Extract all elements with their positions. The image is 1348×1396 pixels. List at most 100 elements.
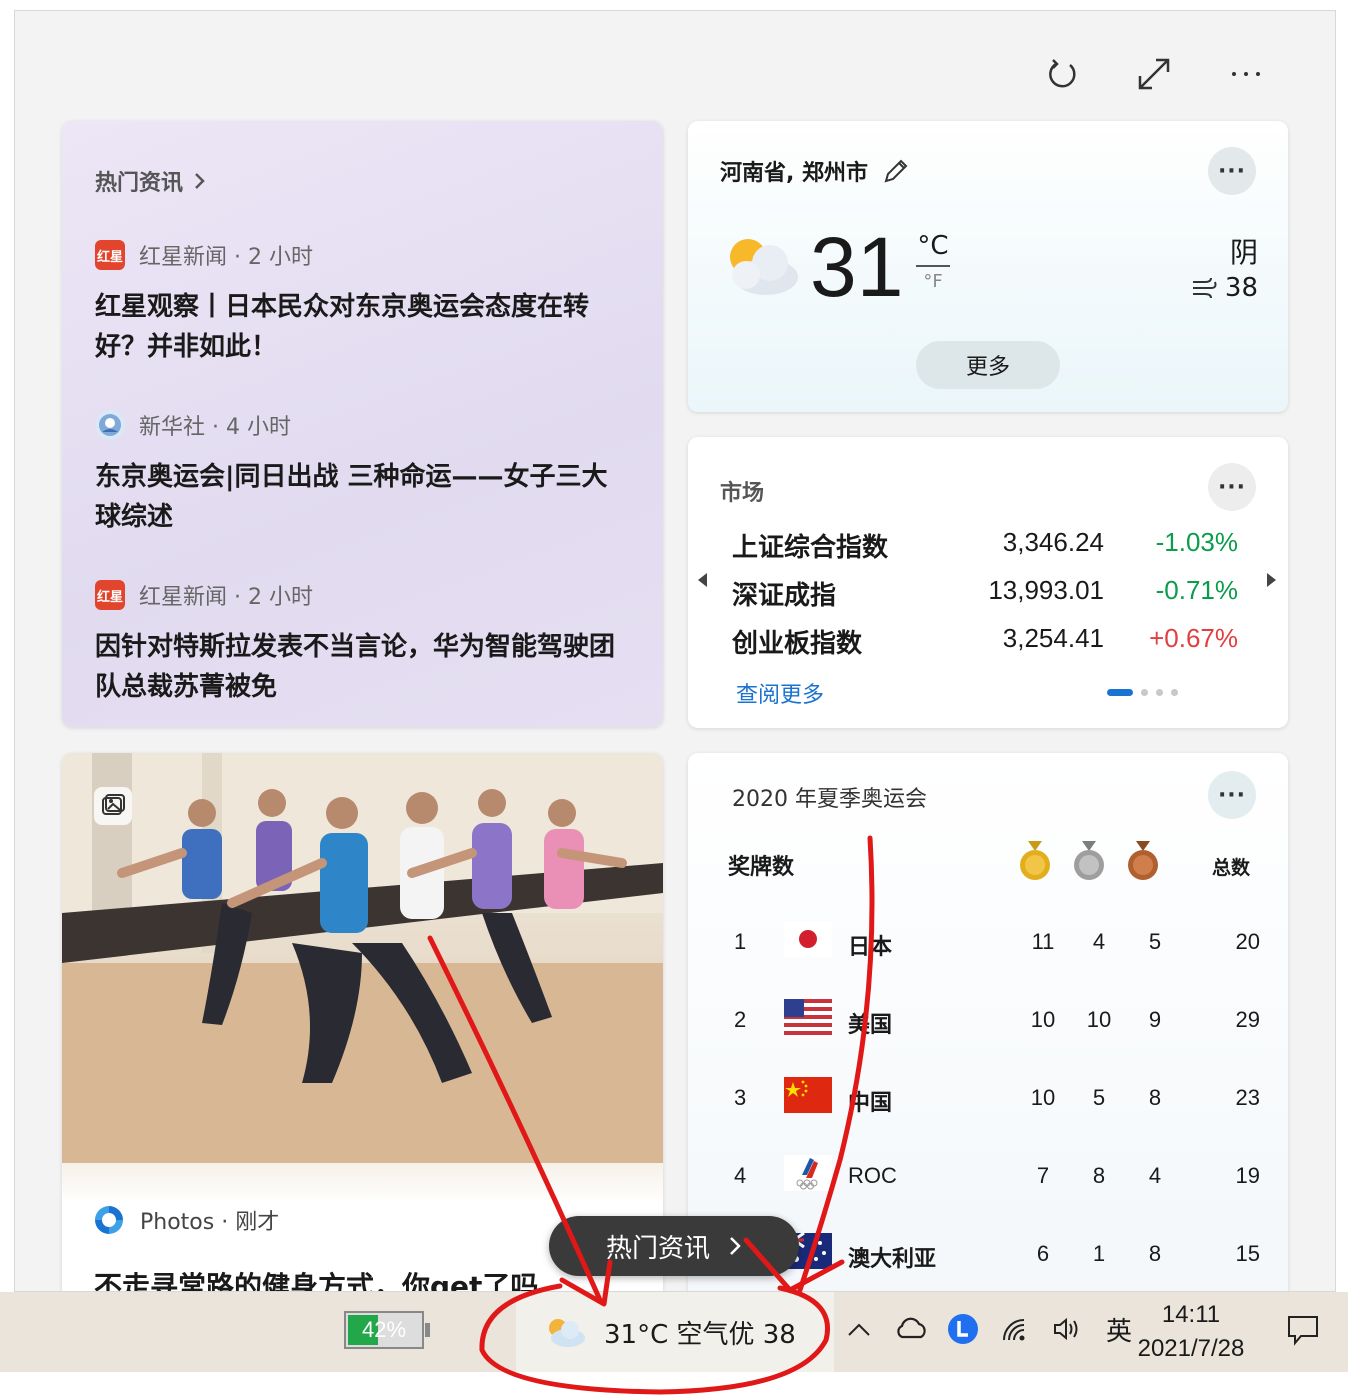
silver-count: 5 [1092, 1085, 1106, 1110]
roc-flag-icon [784, 1155, 832, 1191]
country-name: 澳大利亚 [848, 1246, 937, 1271]
rank: 1 [734, 929, 747, 954]
wifi-icon [1003, 1319, 1025, 1341]
total-count: 20 [1235, 929, 1260, 954]
ellipsis-icon [1232, 72, 1260, 76]
total-count: 19 [1235, 1163, 1260, 1188]
location-label: 河南省, 郑州市 [720, 161, 869, 186]
expand-icon [1138, 58, 1170, 90]
app-l-button[interactable] [946, 1312, 980, 1346]
index-name: 上证综合指数 [732, 533, 889, 563]
rank: 4 [734, 1163, 747, 1188]
more-options-button[interactable] [1227, 55, 1265, 93]
country-name: ROC [848, 1163, 897, 1188]
weather-more-button[interactable]: ··· [1208, 147, 1256, 195]
olympics-card[interactable]: 2020 年夏季奥运会 ··· 奖牌数 总数 1 日本 11 4 5 20 2 … [688, 753, 1288, 1291]
silver-count: 4 [1092, 929, 1106, 954]
olympics-title: 2020 年夏季奥运会 [732, 787, 927, 812]
rank: 3 [734, 1085, 747, 1110]
index-value: 13,993.01 [988, 575, 1104, 605]
clock-date: 2021/7/28 [1137, 1335, 1245, 1362]
clock-time: 14:11 [1161, 1301, 1221, 1328]
top-stories-card: 热门资讯 红星 红星新闻 · 2 小时 红星观察丨日本民众对东京奥运会态度在转好… [62, 121, 663, 727]
pager-dot[interactable] [1107, 689, 1133, 696]
bronze-medal-icon [1128, 841, 1158, 880]
weather-location: 河南省, 郑州市 [720, 155, 910, 187]
expand-button[interactable] [1135, 55, 1173, 93]
taskbar-weather-button[interactable]: 31°C 空气优 38 [516, 1292, 834, 1372]
market-row[interactable]: 深证成指 13,993.01 -0.71% [732, 575, 1238, 612]
market-next-arrow-icon[interactable] [1267, 573, 1276, 587]
onedrive-button[interactable] [894, 1312, 928, 1346]
gold-count: 6 [1036, 1241, 1050, 1266]
total-count: 15 [1235, 1241, 1260, 1266]
photos-app-icon [95, 1206, 123, 1234]
top-stories-title: 热门资讯 [95, 171, 184, 196]
xinhua-logo-icon [95, 410, 125, 440]
fitness-photo[interactable] [62, 753, 663, 1203]
panel-toolbar [1043, 55, 1265, 93]
refresh-button[interactable] [1043, 55, 1081, 93]
medal-row[interactable]: 2 美国 10 10 9 29 [688, 999, 1288, 1039]
photo-title[interactable]: 不走寻常路的健身方式，你get了吗 [94, 1265, 538, 1291]
china-flag-icon [784, 1077, 832, 1113]
news-item[interactable]: 红星 红星新闻 · 2 小时 因针对特斯拉发表不当言论，华为智能驾驶团队总裁苏菁… [95, 579, 630, 707]
air-quality-icon [1192, 277, 1217, 299]
pager-dot[interactable] [1141, 689, 1148, 696]
system-tray: 英 [842, 1312, 1136, 1347]
pill-label: 热门资讯 [605, 1233, 710, 1264]
notification-icon [1288, 1316, 1318, 1346]
photo-source-label: Photos · 刚才 [140, 1210, 280, 1235]
l-app-icon [948, 1314, 978, 1344]
pager-dot[interactable] [1156, 689, 1163, 696]
volume-button[interactable] [1050, 1312, 1084, 1346]
silver-count: 10 [1086, 1007, 1112, 1032]
country-name: 中国 [848, 1090, 893, 1115]
news-title: 红星观察丨日本民众对东京奥运会态度在转好？并非如此！ [95, 292, 590, 362]
medal-row[interactable]: 3 中国 10 5 8 23 [688, 1077, 1288, 1117]
market-prev-arrow-icon[interactable] [698, 573, 707, 587]
news-item[interactable]: 新华社 · 4 小时 东京奥运会|同日出战 三种命运——女子三大球综述 [95, 409, 630, 537]
medal-row[interactable]: 4 ROC 7 8 4 19 [688, 1155, 1288, 1195]
action-center-button[interactable] [1286, 1314, 1320, 1350]
bronze-count: 4 [1148, 1163, 1162, 1188]
market-row[interactable]: 创业板指数 3,254.41 +0.67% [732, 623, 1238, 660]
country-name: 美国 [848, 1012, 893, 1037]
see-more-link[interactable]: 查阅更多 [736, 677, 824, 709]
aqi-value: 38 [1224, 273, 1258, 303]
index-change: -1.03% [1155, 527, 1238, 557]
network-button[interactable] [998, 1312, 1032, 1346]
chevron-up-icon [848, 1323, 870, 1336]
fahrenheit-toggle[interactable]: °F [916, 271, 950, 292]
weather-card[interactable]: 河南省, 郑州市 ··· 31 °C °F 阴 38 更多 [688, 121, 1288, 412]
pager-dot[interactable] [1171, 689, 1178, 696]
medal-row[interactable]: 1 日本 11 4 5 20 [688, 921, 1288, 961]
market-card[interactable]: 市场 ··· 上证综合指数 3,346.24 -1.03% 深证成指 13,99… [688, 437, 1288, 728]
top-stories-header[interactable]: 热门资讯 [95, 165, 630, 197]
photo-card[interactable]: Photos · 刚才 不走寻常路的健身方式，你get了吗 [62, 753, 663, 1291]
top-stories-pill-button[interactable]: 热门资讯 [549, 1216, 799, 1276]
news-title: 东京奥运会|同日出战 三种命运——女子三大球综述 [95, 462, 608, 532]
battery-indicator[interactable]: 42% [344, 1311, 430, 1349]
country-name: 日本 [848, 934, 893, 959]
usa-flag-icon [784, 999, 832, 1035]
total-count: 29 [1235, 1007, 1260, 1032]
weather-more-link-button[interactable]: 更多 [916, 341, 1060, 389]
cloud-icon [897, 1317, 926, 1339]
olympics-more-button[interactable]: ··· [1208, 771, 1256, 819]
news-item[interactable]: 红星 红星新闻 · 2 小时 红星观察丨日本民众对东京奥运会态度在转好？并非如此… [95, 239, 630, 367]
index-name: 深证成指 [732, 581, 837, 611]
temperature: 31 [810, 220, 904, 314]
air-quality: 38 [1191, 273, 1258, 303]
battery-tip [425, 1323, 430, 1337]
market-row[interactable]: 上证综合指数 3,346.24 -1.03% [732, 527, 1238, 564]
bronze-count: 8 [1148, 1241, 1162, 1266]
celsius-toggle[interactable]: °C [916, 231, 950, 267]
clock[interactable]: 14:11 2021/7/28 [1126, 1298, 1256, 1366]
bronze-count: 8 [1148, 1085, 1162, 1110]
hongxing-logo-icon: 红星 [95, 240, 125, 270]
show-hidden-icons-button[interactable] [842, 1312, 876, 1346]
market-more-button[interactable]: ··· [1208, 463, 1256, 511]
market-title: 市场 [720, 481, 765, 506]
pencil-icon[interactable] [882, 157, 910, 185]
